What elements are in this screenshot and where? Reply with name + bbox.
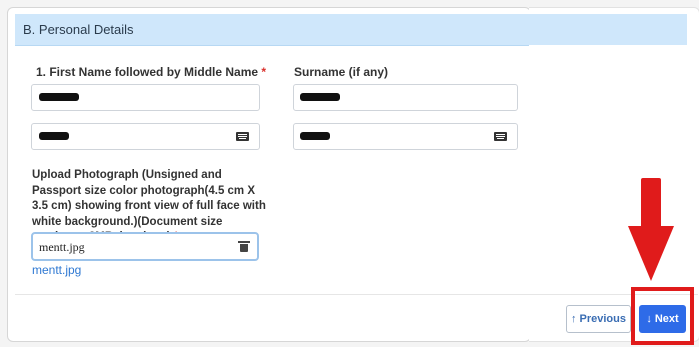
delete-icon[interactable] bbox=[238, 241, 250, 252]
first-name-regional-input[interactable] bbox=[31, 123, 260, 150]
section-header: B. Personal Details bbox=[15, 14, 529, 46]
keyboard-icon[interactable] bbox=[236, 132, 249, 141]
file-name: mentt.jpg bbox=[39, 240, 85, 254]
divider bbox=[15, 294, 698, 295]
surname-regional-input[interactable] bbox=[293, 123, 518, 150]
first-name-label: 1. First Name followed by Middle Name * bbox=[36, 65, 267, 79]
redacted-value bbox=[39, 132, 69, 140]
redacted-value bbox=[39, 93, 79, 101]
keyboard-icon[interactable] bbox=[494, 132, 507, 141]
arrow-up-icon: ↑ bbox=[571, 313, 577, 325]
red-arrow-annotation bbox=[628, 178, 674, 281]
redacted-value bbox=[300, 132, 330, 140]
required-mark: * bbox=[261, 65, 267, 79]
section-header-extension bbox=[529, 14, 687, 45]
section-title: B. Personal Details bbox=[23, 22, 134, 37]
photo-file-input[interactable]: mentt.jpg bbox=[31, 232, 259, 261]
redacted-value bbox=[300, 93, 340, 101]
surname-input[interactable] bbox=[293, 84, 518, 111]
previous-button[interactable]: ↑ Previous bbox=[566, 305, 631, 333]
file-link[interactable]: mentt.jpg bbox=[32, 263, 81, 277]
highlight-box-annotation bbox=[631, 287, 694, 345]
first-name-input[interactable] bbox=[31, 84, 260, 111]
surname-label: Surname (if any) bbox=[294, 65, 389, 79]
